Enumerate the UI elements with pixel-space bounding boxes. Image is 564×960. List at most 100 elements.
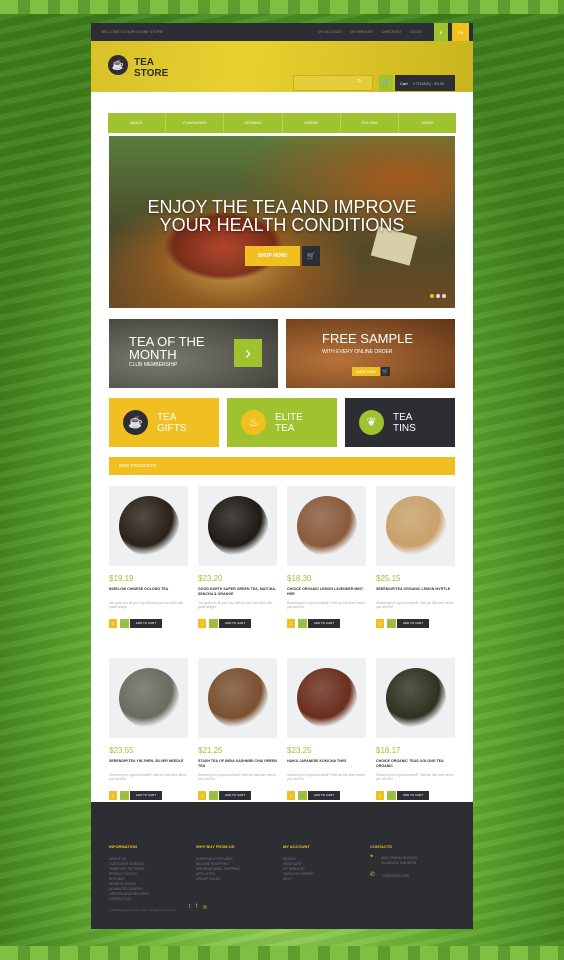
product-desc: Searching for a good ashwell? Visit our … [287, 601, 365, 609]
tea-tins-label: TEA TINS [393, 412, 416, 434]
cart-icon[interactable]: 🛒 [209, 791, 218, 800]
my-account-link[interactable]: MY ACCOUNT [318, 30, 342, 34]
rss-icon[interactable]: ≋ [202, 904, 207, 911]
product-desc: Our goal is to fill your cup with tea yo… [109, 601, 184, 609]
header: ☕ TEA STORE ⌕ 🛒 Cart 0 ITEM(S) - $0.00 [91, 41, 473, 92]
footer-link[interactable]: GROUP SALES [196, 877, 240, 882]
product-name[interactable]: BIGELOW CHINESE OOLONG TEA [109, 587, 188, 592]
cart-icon[interactable]: 🛒 [120, 619, 129, 628]
checkout-link[interactable]: CHECKOUT [382, 30, 402, 34]
store-page: WELCOME TO OUR ONLINE STORE! MY ACCOUNT … [91, 23, 473, 929]
cart-icon[interactable]: 🛒 [298, 791, 307, 800]
product-name[interactable]: GOOD EARTH SUPER GREEN TEA, MATCHA, SENC… [198, 587, 277, 597]
product-price: $19.19 [109, 574, 134, 583]
product-name[interactable]: HAIKU JAPANESE KUKICHA TWIG [287, 759, 366, 764]
hero-slider[interactable]: ENJOY THE TEA AND IMPROVE YOUR HEALTH CO… [109, 136, 455, 308]
wishlist-link[interactable]: MY WISHLIST [350, 30, 373, 34]
product-name[interactable]: SERENDIPITEA ORGANIC LEMON MYRTLE [376, 587, 455, 592]
cart-summary[interactable]: Cart 0 ITEM(S) - $0.00 [395, 75, 455, 91]
product-card: $19.19 BIGELOW CHINESE OOLONG TEA Our go… [109, 486, 188, 636]
cart-icon[interactable]: 🛒 [387, 619, 396, 628]
background-edge [0, 946, 564, 960]
add-to-cart-button[interactable]: ADD TO CART [130, 791, 162, 800]
nav-organic[interactable]: ORGANIC [223, 113, 281, 133]
product-price: $23.55 [109, 746, 134, 755]
qty-field[interactable]: 1 [376, 791, 384, 800]
logo-text[interactable]: TEA STORE [134, 57, 168, 79]
add-to-cart-button[interactable]: ADD TO CART [219, 619, 251, 628]
add-to-cart-button[interactable]: ADD TO CART [308, 791, 340, 800]
cart-info: 0 ITEM(S) - $0.00 [412, 80, 445, 86]
qty-field[interactable]: 1 [287, 791, 295, 800]
product-image[interactable] [198, 658, 277, 738]
phone-icon: ✆ [370, 872, 376, 878]
top-bar: WELCOME TO OUR ONLINE STORE! MY ACCOUNT … [91, 23, 473, 41]
cat1-line2: GIFTS [157, 422, 187, 434]
elite-tea-tile[interactable]: ♨ ELITE TEA [227, 398, 337, 447]
product-image[interactable] [376, 486, 455, 566]
twitter-icon[interactable]: t [189, 904, 191, 911]
cart-icon[interactable]: 🛒 [120, 791, 129, 800]
product-image[interactable] [287, 658, 366, 738]
product-price: $23.25 [287, 746, 312, 755]
qty-field[interactable]: 1 [198, 619, 206, 628]
search-icon[interactable]: ⌕ [357, 76, 361, 86]
teacup-logo-icon[interactable]: ☕ [108, 55, 128, 75]
language-select[interactable]: En [452, 23, 469, 41]
product-price: $18.17 [376, 746, 401, 755]
slider-dot[interactable] [430, 294, 434, 298]
cart-icon[interactable]: 🛒 [387, 791, 396, 800]
nav-black[interactable]: BLACK [108, 113, 165, 133]
nav-white[interactable]: WHITE [397, 113, 456, 133]
arrow-right-icon[interactable]: › [234, 339, 262, 367]
slider-dot[interactable] [442, 294, 446, 298]
footer-link[interactable]: HELP [283, 877, 314, 882]
nav-flavoured[interactable]: FLAVOURED [165, 113, 223, 133]
slider-dot[interactable] [436, 294, 440, 298]
footer-col-information: INFORMATION ABOUT US CUSTOMER SERVICE TE… [109, 844, 149, 902]
banner1-title-line2: MONTH [129, 347, 177, 362]
product-name[interactable]: STASH TEA OF INDIA KASHMIRI CHAI GREEN T… [198, 759, 277, 769]
banner-cart-icon[interactable]: 🛒 [381, 367, 390, 376]
add-to-cart-button[interactable]: ADD TO CART [397, 619, 429, 628]
cat2-line2: TEA [275, 422, 295, 434]
product-desc: Searching for a good ashwell? Visit our … [287, 773, 365, 781]
free-sample-banner[interactable]: FREE SAMPLE WITH EVERY ONLINE ORDER SHOP… [286, 319, 455, 388]
facebook-icon[interactable]: f [196, 904, 198, 911]
nav-green[interactable]: GREEN [281, 113, 340, 133]
add-to-cart-button[interactable]: ADD TO CART [308, 619, 340, 628]
product-name[interactable]: CHOICE ORGANIC TEAS OOLONG TEA ORGANIC [376, 759, 455, 769]
product-image[interactable] [287, 486, 366, 566]
cart-icon[interactable]: 🛒 [298, 619, 307, 628]
cart-icon[interactable]: 🛒 [209, 619, 218, 628]
footer-heading: CONTACTS [370, 844, 392, 849]
cart-icon[interactable]: 🛒 [379, 75, 393, 91]
product-name[interactable]: SERENDIPITEA YIN ZHEN, SILVER NEEDLE [109, 759, 188, 764]
login-link[interactable]: LOG IN [410, 30, 422, 34]
add-to-cart-button[interactable]: ADD TO CART [130, 619, 162, 628]
product-image[interactable] [109, 486, 188, 566]
product-card: $18.30 CHOICE ORGANIC LEMON LAVENDER MIN… [287, 486, 366, 636]
qty-field[interactable]: 1 [376, 619, 384, 628]
footer-link[interactable]: CONTACT US [109, 897, 149, 902]
currency-select[interactable]: $ [433, 23, 449, 41]
cart-label: Cart [400, 80, 408, 86]
add-to-cart-button[interactable]: ADD TO CART [397, 791, 429, 800]
banner-shop-now-button[interactable]: SHOP NOW [352, 367, 380, 376]
tea-tins-tile[interactable]: ❦ TEA TINS [345, 398, 455, 447]
qty-field[interactable]: 1 [109, 791, 117, 800]
add-to-cart-button[interactable]: ADD TO CART [219, 791, 251, 800]
qty-field[interactable]: 1 [198, 791, 206, 800]
new-products-heading: NEW PRODUCTS [109, 457, 455, 475]
hero-cart-icon[interactable]: 🛒 [302, 246, 320, 266]
tea-of-month-banner[interactable]: TEA OF THE MONTH CLUB MEMBERSHIP › [109, 319, 278, 388]
shop-now-button[interactable]: SHOP NOW! [245, 246, 300, 266]
qty-field[interactable]: 1 [287, 619, 295, 628]
product-image[interactable] [376, 658, 455, 738]
qty-field[interactable]: 1 [109, 619, 117, 628]
product-image[interactable] [198, 486, 277, 566]
product-image[interactable] [109, 658, 188, 738]
nav-oolong[interactable]: OOLONG [339, 113, 398, 133]
tea-gifts-tile[interactable]: ☕ TEA GIFTS [109, 398, 219, 447]
product-name[interactable]: CHOICE ORGANIC LEMON LAVENDER MINT HER [287, 587, 366, 597]
